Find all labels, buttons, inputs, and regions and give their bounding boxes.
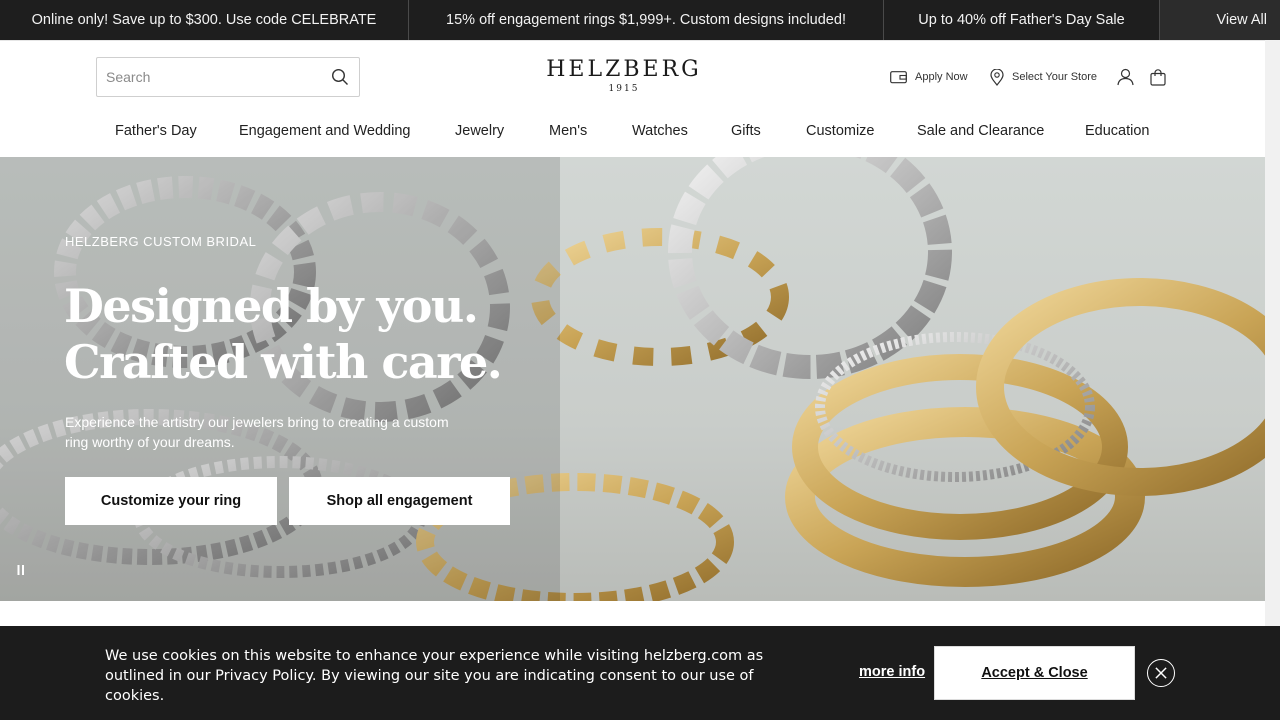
customize-ring-button[interactable]: Customize your ring bbox=[65, 477, 277, 525]
hero-banner: HELZBERG CUSTOM BRIDAL Designed by you. … bbox=[0, 157, 1265, 601]
promo-bar: Online only! Save up to $300. Use code C… bbox=[0, 0, 1280, 40]
cookie-message: We use cookies on this website to enhanc… bbox=[105, 648, 764, 704]
hero-title: Designed by you. Crafted with care. bbox=[64, 278, 584, 390]
nav-customize[interactable]: Customize bbox=[806, 123, 875, 139]
search-icon[interactable] bbox=[331, 68, 349, 86]
select-store-link[interactable]: Select Your Store bbox=[990, 67, 1097, 87]
helzberg-logo[interactable]: HELZBERG 1915 bbox=[520, 57, 728, 94]
shopping-bag-icon bbox=[1150, 68, 1166, 86]
nav-fathers-day[interactable]: Father's Day bbox=[115, 123, 197, 139]
nav-jewelry[interactable]: Jewelry bbox=[455, 123, 504, 139]
promo-message-1[interactable]: Online only! Save up to $300. Use code C… bbox=[0, 0, 409, 40]
hero-eyebrow: HELZBERG CUSTOM BRIDAL bbox=[65, 234, 257, 249]
hero-title-line-2: Crafted with care. bbox=[64, 335, 503, 389]
close-icon[interactable] bbox=[1147, 659, 1175, 687]
nav-sale-clearance[interactable]: Sale and Clearance bbox=[917, 123, 1044, 139]
nav-gifts[interactable]: Gifts bbox=[731, 123, 761, 139]
account-button[interactable] bbox=[1117, 67, 1142, 87]
pause-icon[interactable] bbox=[16, 564, 26, 576]
shop-engagement-button[interactable]: Shop all engagement bbox=[289, 477, 510, 525]
page-scrollbar[interactable] bbox=[1265, 40, 1280, 720]
nav-mens[interactable]: Men's bbox=[549, 123, 587, 139]
main-navigation: Father's Day Engagement and Wedding Jewe… bbox=[0, 119, 1280, 147]
apply-now-label: Apply Now bbox=[915, 71, 968, 83]
cookie-banner: We use cookies on this website to enhanc… bbox=[0, 626, 1280, 720]
logo-name: HELZBERG bbox=[546, 57, 702, 82]
user-icon bbox=[1117, 68, 1134, 86]
view-all-promos-link[interactable]: View All bbox=[1160, 0, 1280, 40]
nav-engagement-wedding[interactable]: Engagement and Wedding bbox=[239, 123, 410, 139]
promo-message-2[interactable]: 15% off engagement rings $1,999+. Custom… bbox=[409, 0, 884, 40]
accept-close-button[interactable]: Accept & Close bbox=[934, 646, 1135, 700]
more-info-link[interactable]: more info bbox=[859, 664, 925, 680]
hero-title-line-1: Designed by you. bbox=[64, 279, 479, 333]
promo-message-3[interactable]: Up to 40% off Father's Day Sale bbox=[884, 0, 1160, 40]
site-header: HELZBERG 1915 Apply Now Select Your Stor… bbox=[0, 40, 1280, 157]
hero-subtitle: Experience the artistry our jewelers bri… bbox=[65, 414, 449, 450]
nav-watches[interactable]: Watches bbox=[632, 123, 688, 139]
nav-education[interactable]: Education bbox=[1085, 123, 1150, 139]
select-store-label: Select Your Store bbox=[1012, 71, 1098, 83]
search-box bbox=[96, 57, 360, 97]
cart-button[interactable] bbox=[1150, 67, 1174, 87]
apply-now-link[interactable]: Apply Now bbox=[890, 67, 968, 87]
logo-year: 1915 bbox=[608, 84, 640, 94]
search-input[interactable] bbox=[97, 58, 325, 96]
wallet-icon bbox=[890, 71, 907, 84]
location-pin-icon bbox=[990, 68, 1004, 86]
